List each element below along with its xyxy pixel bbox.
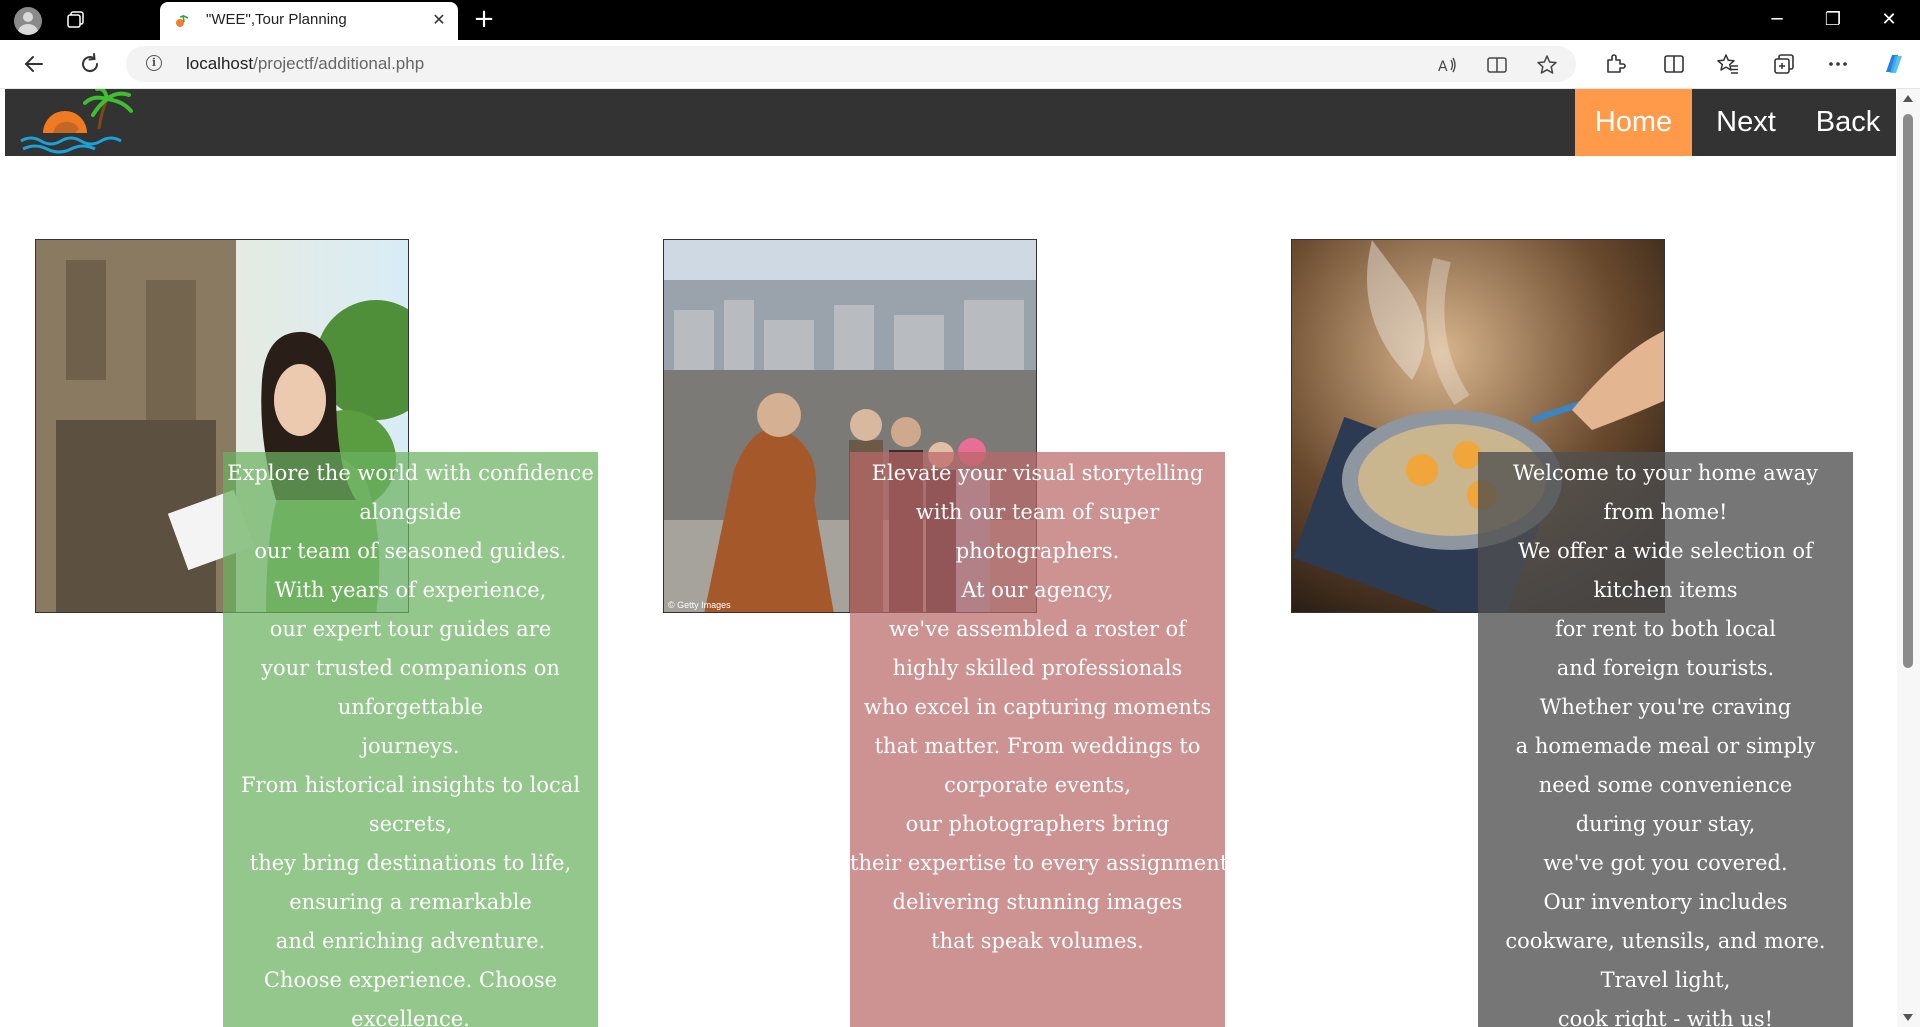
card-line: cook right - with us! bbox=[1557, 1007, 1774, 1027]
card-line: alongside bbox=[359, 500, 462, 524]
card-line: and enriching adventure. bbox=[275, 929, 546, 953]
nav-back-link[interactable]: Back bbox=[1800, 89, 1896, 156]
card-line: our team of seasoned guides. bbox=[254, 539, 567, 563]
scroll-down-icon[interactable] bbox=[1903, 1014, 1913, 1021]
card-line: Whether you're craving bbox=[1539, 695, 1792, 719]
browser-tab-strip: "WEE",Tour Planning ✕ + ─ ❐ ✕ bbox=[0, 0, 1920, 40]
tab-title: "WEE",Tour Planning bbox=[206, 11, 347, 28]
close-window-icon[interactable]: ✕ bbox=[1869, 6, 1909, 34]
card-line: Elevate your visual storytelling bbox=[871, 461, 1204, 485]
card-line: highly skilled professionals bbox=[892, 656, 1183, 680]
card-line: with our team of super bbox=[915, 500, 1160, 524]
site-favicon-icon bbox=[176, 14, 189, 27]
card-line: their expertise to every assignment, bbox=[850, 851, 1225, 875]
card-line: from home! bbox=[1603, 500, 1728, 524]
url-text[interactable]: localhost/projectf/additional.php bbox=[186, 54, 424, 74]
card-line: Welcome to your home away bbox=[1512, 461, 1818, 485]
tour-guides-card: Explore the world with confidence alongs… bbox=[223, 452, 598, 1027]
photographers-card: Elevate your visual storytelling with ou… bbox=[850, 452, 1225, 1027]
svg-text:A: A bbox=[1438, 59, 1448, 75]
browser-tab-active[interactable]: "WEE",Tour Planning ✕ bbox=[160, 2, 458, 40]
url-path: /projectf/additional.php bbox=[253, 54, 425, 73]
card-line: we've got you covered. bbox=[1543, 851, 1788, 875]
card-line: With years of experience, bbox=[274, 578, 547, 602]
card-line: Travel light, bbox=[1600, 968, 1731, 992]
card-line: and foreign tourists. bbox=[1556, 656, 1775, 680]
immersive-reader-icon[interactable] bbox=[1486, 54, 1508, 76]
site-logo[interactable] bbox=[13, 89, 153, 156]
split-screen-icon[interactable] bbox=[1662, 52, 1686, 76]
photo-credit: © Getty Images bbox=[668, 600, 731, 610]
card-line: that matter. From weddings to bbox=[874, 734, 1201, 758]
card-line: we've assembled a roster of bbox=[889, 617, 1186, 641]
collections-icon[interactable] bbox=[1772, 52, 1796, 76]
card-line: who excel in capturing moments bbox=[863, 695, 1212, 719]
site-info-icon[interactable]: i bbox=[146, 55, 162, 71]
site-navbar: Home Next Back bbox=[5, 89, 1896, 156]
nav-home-link[interactable]: Home bbox=[1575, 89, 1692, 156]
card-line: At our agency, bbox=[961, 578, 1114, 602]
profile-avatar-icon[interactable] bbox=[14, 7, 42, 35]
scroll-thumb[interactable] bbox=[1903, 114, 1913, 668]
card-line: secrets, bbox=[368, 812, 453, 836]
extensions-icon[interactable] bbox=[1603, 52, 1627, 76]
card-line: cookware, utensils, and more. bbox=[1505, 929, 1826, 953]
more-options-icon[interactable] bbox=[1826, 52, 1850, 76]
back-arrow-icon[interactable] bbox=[22, 52, 46, 76]
card-line: We offer a wide selection of bbox=[1518, 539, 1813, 563]
page-scrollbar[interactable] bbox=[1897, 89, 1920, 1027]
card-line: during your stay, bbox=[1575, 812, 1756, 836]
card-line: they bring destinations to life, bbox=[249, 851, 572, 875]
close-tab-icon[interactable]: ✕ bbox=[430, 11, 448, 29]
card-line: unforgettable bbox=[337, 695, 484, 719]
url-host: localhost bbox=[186, 54, 254, 73]
card-line: journeys. bbox=[361, 734, 460, 758]
copilot-icon[interactable] bbox=[1880, 50, 1908, 78]
kitchen-rental-card: Welcome to your home away from home! We … bbox=[1478, 452, 1853, 1027]
tab-actions-icon[interactable] bbox=[66, 10, 86, 30]
card-line: photographers. bbox=[955, 539, 1120, 563]
new-tab-icon[interactable]: + bbox=[470, 6, 498, 34]
card-line: Choose experience. Choose bbox=[263, 968, 558, 992]
card-line: Our inventory includes bbox=[1543, 890, 1788, 914]
card-line: Explore the world with confidence bbox=[227, 461, 594, 485]
card-line: that speak volumes. bbox=[931, 929, 1144, 953]
favorite-star-icon[interactable] bbox=[1536, 54, 1558, 76]
card-line: our expert tour guides are bbox=[269, 617, 552, 641]
address-toolbar: i localhost/projectf/additional.php A bbox=[0, 40, 1920, 89]
card-line: From historical insights to local bbox=[240, 773, 581, 797]
minimize-icon[interactable]: ─ bbox=[1757, 6, 1797, 34]
card-line: our photographers bring bbox=[905, 812, 1170, 836]
card-line: ensuring a remarkable bbox=[289, 890, 532, 914]
card-line: corporate events, bbox=[944, 773, 1131, 797]
card-line: need some convenience bbox=[1538, 773, 1793, 797]
card-line: kitchen items bbox=[1593, 578, 1738, 602]
read-aloud-icon[interactable]: A bbox=[1436, 54, 1458, 76]
card-line: for rent to both local bbox=[1554, 617, 1777, 641]
card-line: delivering stunning images bbox=[892, 890, 1183, 914]
card-line: your trusted companions on bbox=[261, 656, 560, 680]
nav-next-link[interactable]: Next bbox=[1692, 89, 1800, 156]
card-line: excellence. bbox=[351, 1007, 470, 1027]
refresh-icon[interactable] bbox=[78, 52, 102, 76]
favorites-icon[interactable] bbox=[1716, 52, 1740, 76]
url-bar[interactable]: i localhost/projectf/additional.php A bbox=[126, 46, 1576, 82]
restore-icon[interactable]: ❐ bbox=[1813, 6, 1853, 34]
scroll-up-icon[interactable] bbox=[1903, 95, 1913, 102]
card-line: a homemade meal or simply bbox=[1515, 734, 1816, 758]
